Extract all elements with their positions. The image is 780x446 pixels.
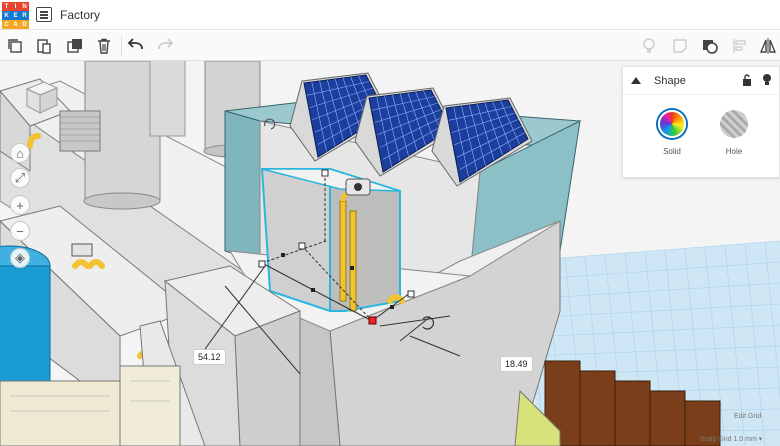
logo-letter: K (2, 11, 11, 20)
home-view-icon[interactable]: ⌂ (10, 143, 30, 163)
align-icon[interactable] (729, 35, 751, 57)
logo-letter: D (20, 20, 29, 29)
paste-icon[interactable] (33, 35, 55, 57)
group-icon[interactable] (699, 35, 721, 57)
mirror-icon[interactable] (757, 35, 779, 57)
redo-icon[interactable] (154, 35, 176, 57)
zoom-out-icon[interactable]: − (10, 221, 30, 241)
copy-icon[interactable] (4, 35, 26, 57)
logo-letter: A (11, 20, 20, 29)
logo-letter: I (11, 2, 20, 11)
inspector-title: Shape (654, 75, 686, 87)
height-dimension-input[interactable]: 18.49 (500, 356, 533, 372)
selected-shape (260, 167, 401, 313)
duplicate-icon[interactable] (64, 35, 86, 57)
tinkercad-logo[interactable]: TINKERCAD (2, 2, 29, 29)
view-cube[interactable] (24, 79, 60, 117)
snap-grid-select[interactable]: Snap Grid 1.0 mm ▾ (700, 435, 762, 443)
design-menu-icon[interactable] (36, 7, 52, 22)
inspector-header: Shape (623, 67, 780, 95)
logo-letter: E (11, 11, 20, 20)
collapse-icon[interactable] (631, 77, 641, 84)
shape-inspector: Shape Solid Hole (622, 66, 780, 178)
undo-icon[interactable] (125, 35, 147, 57)
delete-icon[interactable] (93, 35, 115, 57)
perspective-icon[interactable]: ◈ (10, 248, 30, 268)
light-bulb-icon[interactable] (638, 35, 660, 57)
logo-letter: N (20, 2, 29, 11)
hole-label: Hole (725, 147, 743, 156)
lock-icon[interactable] (742, 74, 752, 86)
project-title[interactable]: Factory (60, 8, 100, 22)
top-bar: TINKERCAD Factory (0, 0, 780, 30)
solid-label: Solid (663, 147, 681, 156)
edit-grid-button[interactable]: Edit Grid (734, 413, 761, 420)
tinkercad-editor: TINKERCAD Factory ⌂ ⤢ + − ◈ 54.12 18.49 … (0, 0, 780, 446)
solid-color-swatch[interactable] (658, 110, 686, 138)
note-icon[interactable] (669, 35, 691, 57)
zoom-in-icon[interactable]: + (10, 195, 30, 215)
visibility-bulb-icon[interactable] (762, 73, 772, 87)
fit-view-icon[interactable]: ⤢ (10, 168, 30, 188)
length-dimension-input[interactable]: 54.12 (193, 349, 226, 365)
logo-letter: T (2, 2, 11, 11)
toolbar (0, 31, 780, 61)
logo-letter: R (20, 11, 29, 20)
logo-letter: C (2, 20, 11, 29)
hole-swatch[interactable] (720, 110, 748, 138)
